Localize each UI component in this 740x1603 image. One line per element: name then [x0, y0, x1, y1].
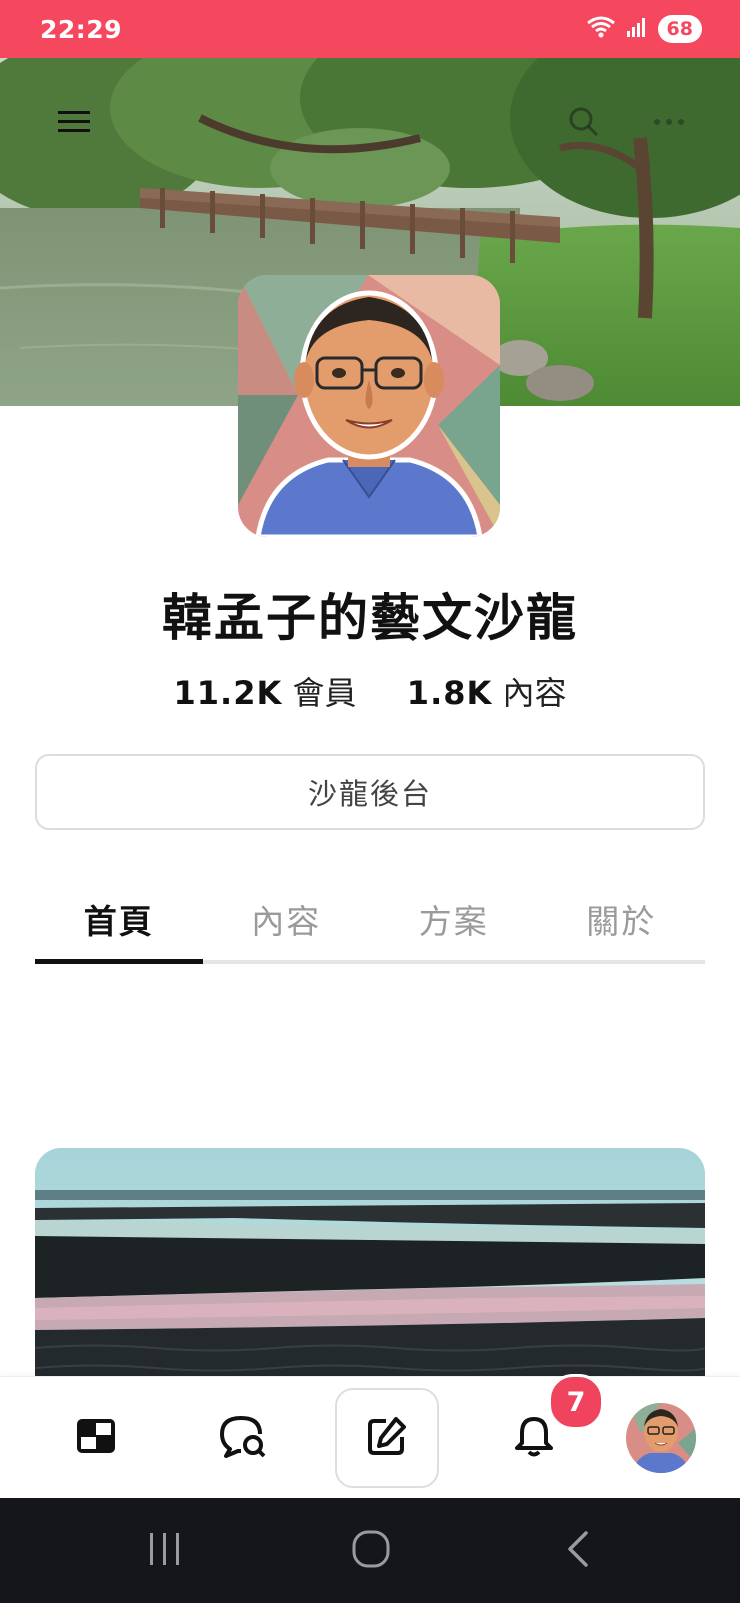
salon-avatar[interactable]	[238, 275, 500, 537]
chat-icon	[218, 1414, 268, 1462]
salon-stats: 11.2K 會員 1.8K 內容	[0, 668, 740, 714]
menu-icon	[56, 107, 92, 137]
compose-box	[335, 1388, 439, 1488]
search-button[interactable]	[560, 98, 608, 146]
system-back-button[interactable]	[533, 1498, 623, 1603]
recents-icon	[148, 1531, 182, 1571]
tab-plans[interactable]: 方案	[370, 890, 538, 964]
content-label: 內容	[502, 674, 567, 712]
nav-chat-button[interactable]	[195, 1377, 291, 1499]
tab-about[interactable]: 關於	[538, 890, 706, 964]
home-circle-icon	[351, 1529, 391, 1573]
tab-home[interactable]: 首頁	[35, 890, 203, 964]
system-nav-bar	[0, 1498, 740, 1603]
content-count: 1.8K	[406, 674, 493, 712]
more-button[interactable]	[645, 98, 693, 146]
back-icon	[564, 1529, 592, 1573]
featured-image[interactable]	[35, 1148, 705, 1388]
signal-icon	[626, 16, 648, 42]
status-icons: 68	[586, 15, 702, 43]
nav-compose-button[interactable]	[334, 1377, 440, 1499]
system-home-button[interactable]	[326, 1498, 416, 1603]
battery-indicator: 68	[657, 15, 702, 43]
tab-active-indicator	[35, 959, 203, 964]
status-bar: 22:29 68	[0, 0, 740, 58]
nav-home-button[interactable]	[48, 1377, 144, 1499]
home-icon	[75, 1417, 117, 1459]
tab-bar: 首頁 內容 方案 關於	[35, 890, 705, 964]
profile-avatar[interactable]	[626, 1403, 696, 1473]
members-count: 11.2K	[173, 674, 283, 712]
members-label: 會員	[292, 674, 357, 712]
status-time: 22:29	[40, 14, 123, 44]
salon-title: 韓孟子的藝文沙龍	[162, 589, 578, 647]
tab-content[interactable]: 內容	[203, 890, 371, 964]
notification-badge: 7	[548, 1374, 604, 1430]
wifi-icon	[586, 15, 616, 43]
salon-admin-button[interactable]: 沙龍後台	[35, 754, 705, 830]
system-recents-button[interactable]	[120, 1498, 210, 1603]
menu-button[interactable]	[50, 98, 98, 146]
more-icon	[653, 117, 685, 127]
search-icon	[568, 106, 600, 138]
bell-icon	[514, 1415, 554, 1461]
compose-icon	[366, 1415, 408, 1461]
